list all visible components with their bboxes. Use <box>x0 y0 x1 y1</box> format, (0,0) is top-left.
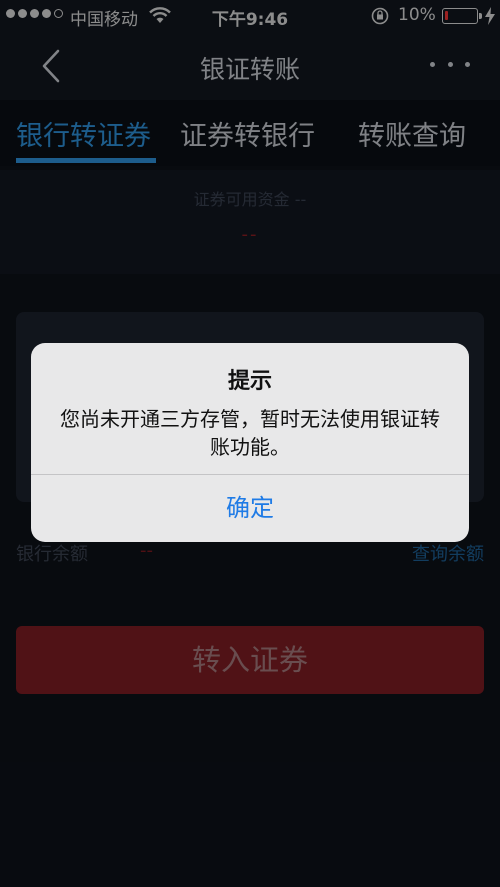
alert-title: 提示 <box>227 369 272 394</box>
confirm-button[interactable]: 确定 <box>31 475 469 542</box>
alert-dialog: 提示 您尚未开通三方存管，暂时无法使用银证转账功能。 确定 <box>31 343 469 542</box>
alert-message: 您尚未开通三方存管，暂时无法使用银证转账功能。 <box>60 407 440 459</box>
screen: 中国移动 下午9:46 10% 银证转账 银行转证券 证券转银行 转账查询 证券… <box>0 0 500 887</box>
